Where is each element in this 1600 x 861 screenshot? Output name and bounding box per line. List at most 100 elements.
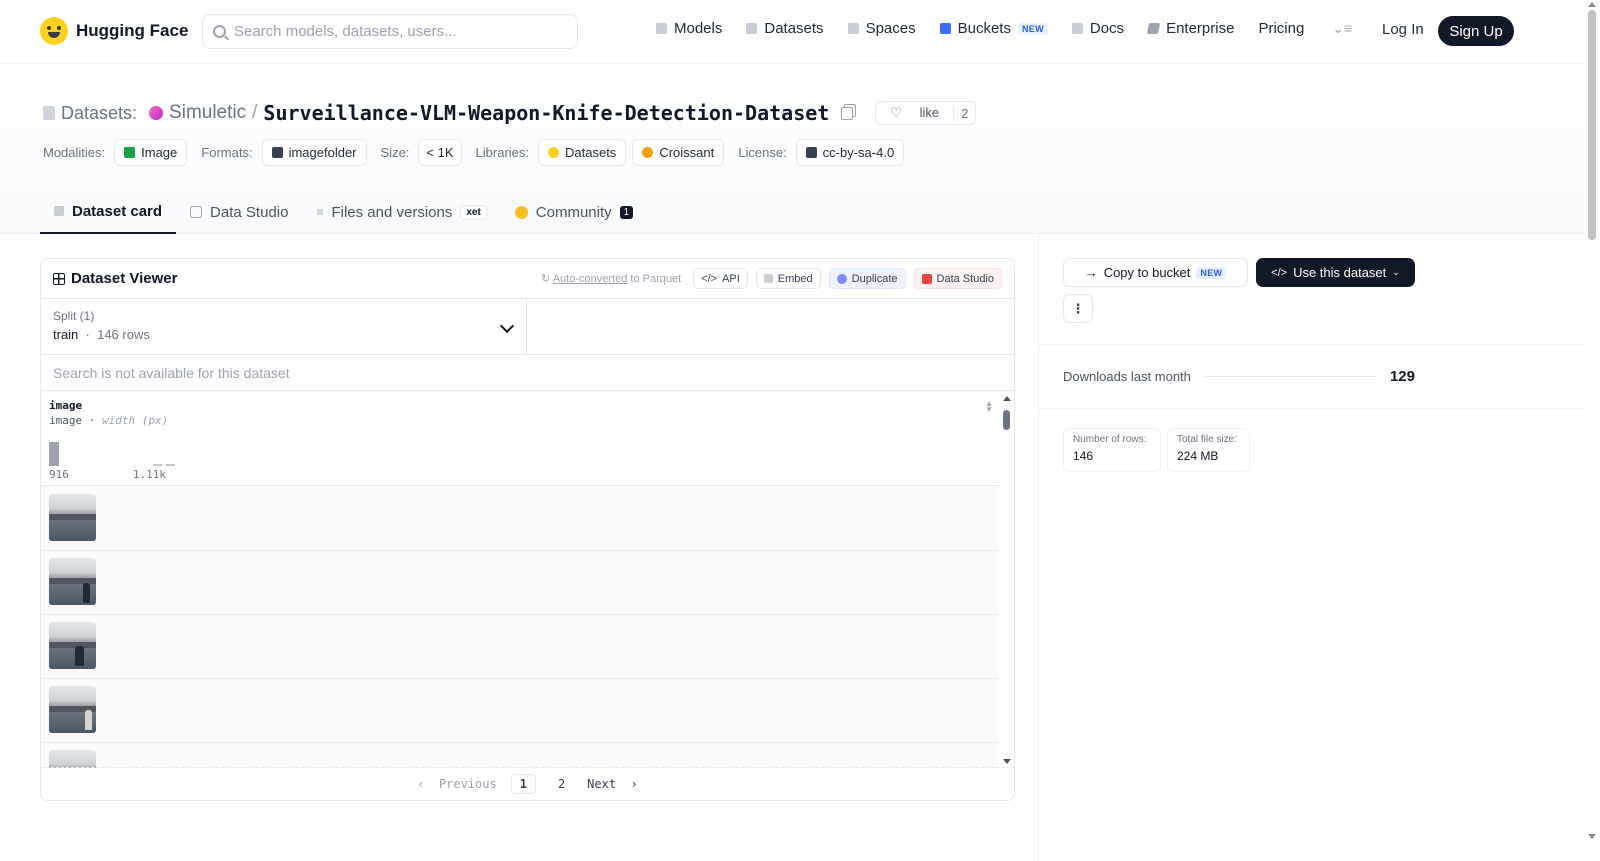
format-value: imagefolder <box>288 145 357 160</box>
dataset-header: Datasets: Simuletic / Surveillance-VLM-W… <box>0 64 1584 234</box>
scroll-up-icon[interactable] <box>1003 396 1011 401</box>
more-menu-icon[interactable]: ⌄≡ <box>1332 20 1352 37</box>
table-row[interactable] <box>41 679 999 743</box>
nav-models[interactable]: Models <box>656 20 722 37</box>
row-image-thumbnail[interactable] <box>49 686 96 733</box>
scroll-down-icon[interactable] <box>1588 834 1596 839</box>
api-label: API <box>722 272 740 285</box>
library-tag-croissant[interactable]: Croissant <box>632 139 725 166</box>
brand-logo[interactable]: Hugging Face <box>40 17 188 45</box>
library-tag-datasets[interactable]: Datasets <box>538 139 627 166</box>
nav-docs-label: Docs <box>1089 20 1125 37</box>
person-figure <box>75 646 84 666</box>
viewer-scrollbar[interactable] <box>999 392 1014 768</box>
embed-icon <box>763 274 773 283</box>
license-label: License: <box>738 145 787 160</box>
modality-value: Image <box>141 145 178 160</box>
sort-icon[interactable]: ▲ ▼ <box>985 400 993 414</box>
api-button[interactable]: </> API <box>693 268 748 289</box>
embed-button[interactable]: Embed <box>755 268 821 289</box>
copy-to-bucket-button[interactable]: → Copy to bucket NEW <box>1063 258 1248 287</box>
bucket-icon <box>939 23 951 34</box>
tab-data-studio-label: Data Studio <box>210 203 289 221</box>
org-link[interactable]: Simuletic <box>169 102 246 124</box>
dataset-title-row: Datasets: Simuletic / Surveillance-VLM-W… <box>43 101 977 125</box>
downloads-stat: Downloads last month 129 <box>1063 368 1415 385</box>
sidebar-actions: → Copy to bucket NEW </> Use this dataset ⌄ <box>1063 258 1415 287</box>
previous-label: Previous <box>438 777 497 791</box>
split-select[interactable]: Split (1) train · 146 rows <box>41 299 527 354</box>
parquet-note: ↻ Auto-converted to Parquet <box>541 273 682 285</box>
duplicate-icon <box>836 273 847 284</box>
copy-icon[interactable] <box>841 106 854 120</box>
histogram-labels: 916 1.11k <box>49 468 166 481</box>
formats-label: Formats: <box>201 145 253 160</box>
scroll-up-icon[interactable] <box>1588 2 1596 7</box>
dataset-name[interactable]: Surveillance-VLM-Weapon-Knife-Detection-… <box>263 101 829 125</box>
nav-datasets[interactable]: Datasets <box>746 20 824 37</box>
page-scrollbar[interactable] <box>1584 0 1600 861</box>
file-size-label: Total file size: <box>1177 434 1238 445</box>
row-image-thumbnail[interactable] <box>49 750 96 768</box>
viewer-title-text: Dataset Viewer <box>71 270 178 287</box>
tab-dataset-card-label: Dataset card <box>72 202 163 220</box>
like-label: like <box>919 105 940 120</box>
size-tag[interactable]: < 1K <box>418 139 462 166</box>
split-value: train · 146 rows <box>53 327 150 342</box>
auto-converted-link[interactable]: Auto-converted <box>553 273 628 285</box>
histogram-bar[interactable] <box>153 464 162 466</box>
divider <box>1039 344 1584 345</box>
table-row[interactable] <box>41 551 999 615</box>
tab-data-studio[interactable]: Data Studio <box>176 190 302 234</box>
histogram-bar[interactable] <box>166 464 175 466</box>
data-studio-label: Data Studio <box>936 272 994 285</box>
search-input[interactable]: Search models, datasets, users... <box>202 14 578 49</box>
nav-pricing[interactable]: Pricing <box>1258 20 1304 37</box>
data-studio-button[interactable]: Data Studio <box>913 268 1002 289</box>
scroll-down-icon[interactable] <box>1003 759 1011 764</box>
page-2-button[interactable]: 2 <box>550 775 573 793</box>
scroll-thumb[interactable] <box>1003 410 1010 430</box>
page-scroll-thumb[interactable] <box>1588 10 1596 240</box>
row-image-thumbnail[interactable] <box>49 622 96 669</box>
login-link[interactable]: Log In <box>1382 21 1424 38</box>
like-button[interactable]: ♡ like 2 <box>875 101 977 125</box>
brand-name: Hugging Face <box>76 21 189 40</box>
nav-docs[interactable]: Docs <box>1071 20 1125 37</box>
modality-tag[interactable]: Image <box>114 139 188 166</box>
nav-buckets[interactable]: Buckets NEW <box>939 20 1048 37</box>
table-row[interactable] <box>41 487 999 551</box>
table-row[interactable] <box>41 743 999 768</box>
histogram-bar[interactable] <box>49 442 59 466</box>
org-avatar[interactable] <box>149 106 164 120</box>
tab-dataset-card[interactable]: Dataset card <box>40 190 177 234</box>
signup-button[interactable]: Sign Up <box>1438 16 1514 46</box>
section-label[interactable]: Datasets: <box>61 103 137 124</box>
column-header-image: image image · width (px) 916 1.11k ▲ ▼ <box>41 391 999 486</box>
row-image-thumbnail[interactable] <box>49 558 96 605</box>
nav-pricing-label: Pricing <box>1258 20 1305 37</box>
column-histogram[interactable] <box>49 440 179 466</box>
duplicate-button[interactable]: Duplicate <box>828 268 906 289</box>
nav-spaces[interactable]: Spaces <box>847 20 916 37</box>
row-image-thumbnail[interactable] <box>49 494 96 541</box>
like-count[interactable]: 2 <box>953 105 975 121</box>
more-options-icon[interactable]: ⋮ <box>1063 294 1093 323</box>
embed-label: Embed <box>777 272 813 285</box>
tab-community[interactable]: Community 1 <box>501 190 647 234</box>
book-icon <box>1071 23 1083 34</box>
use-dataset-button[interactable]: </> Use this dataset ⌄ <box>1256 258 1415 287</box>
format-tag[interactable]: imagefolder <box>261 139 367 166</box>
page-1-button[interactable]: 1 <box>510 774 536 794</box>
path-separator: / <box>252 102 258 123</box>
library-datasets: Datasets <box>565 145 617 160</box>
next-page-button[interactable]: Next › <box>587 777 638 791</box>
split-name: train <box>53 327 79 342</box>
rows-stat-value: 146 <box>1073 449 1094 463</box>
tab-files[interactable]: ≡ Files and versions xet <box>302 190 500 234</box>
nav-enterprise[interactable]: Enterprise <box>1146 20 1234 37</box>
table-row[interactable] <box>41 615 999 679</box>
next-label: Next <box>587 777 617 791</box>
license-tag[interactable]: cc-by-sa-4.0 <box>795 139 905 166</box>
previous-page-button[interactable]: ‹ Previous <box>417 777 496 791</box>
